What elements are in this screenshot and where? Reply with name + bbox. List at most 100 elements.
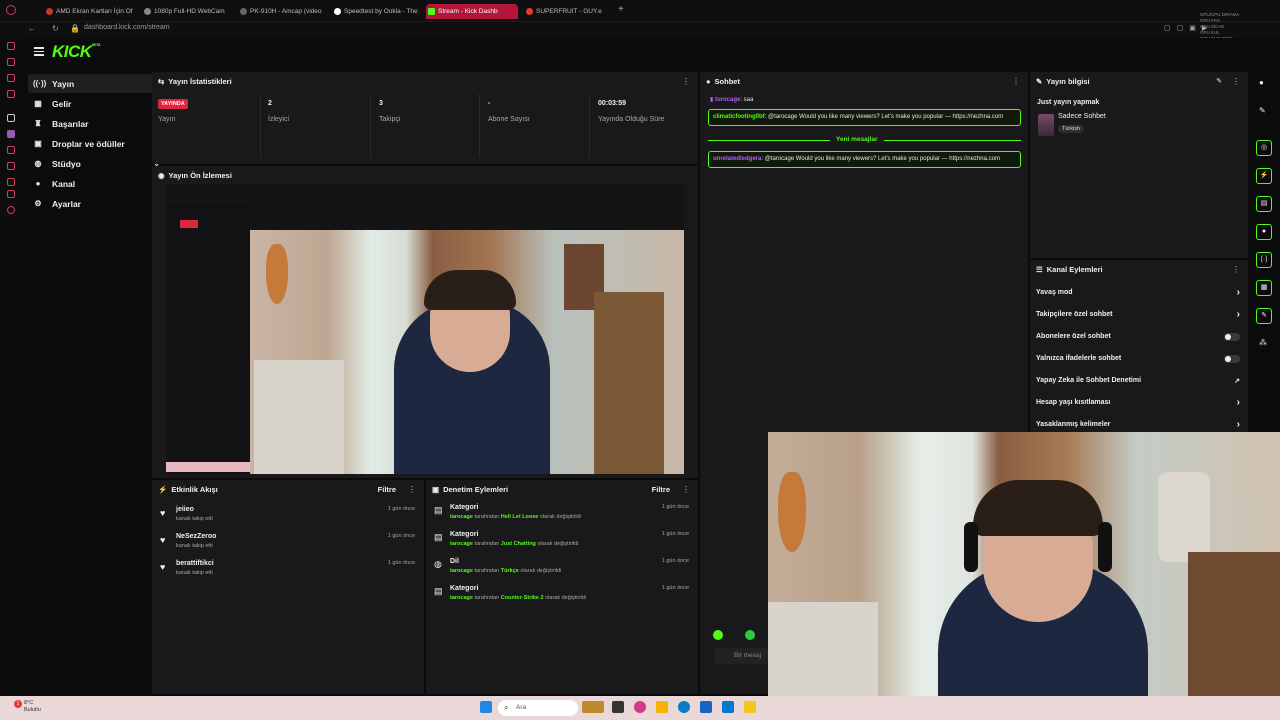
activity-user[interactable]: jeiieo <box>176 506 194 513</box>
panel-title: ☰ Kanal Eylemleri <box>1036 265 1103 274</box>
channel-action-ai-moderation[interactable]: Yapay Zeka ile Sohbet Denetimi ↗ <box>1036 373 1240 393</box>
more-options-icon[interactable]: ⋮ <box>682 485 690 494</box>
channel-action-followers-only[interactable]: Takipçilere özel sohbet › <box>1036 307 1240 327</box>
sidebar-item-yayin[interactable]: ((·)) Yayın <box>28 74 166 93</box>
sidebar-app-icon[interactable] <box>7 58 15 66</box>
task-view-icon[interactable] <box>612 701 624 713</box>
webcam-preview-window[interactable] <box>768 432 1280 720</box>
sidebar-app-icon[interactable] <box>7 42 15 50</box>
camera-tool-button[interactable]: ◎ <box>1256 140 1272 156</box>
more-options-icon[interactable]: ⋮ <box>1232 265 1240 274</box>
sidebar-item-studyo[interactable]: ◍Stüdyo⌄ <box>28 154 166 173</box>
sidebar-app-icon[interactable] <box>7 114 15 122</box>
windows-start-icon[interactable] <box>480 701 492 713</box>
broadcast-tool-button[interactable]: (·) <box>1256 252 1272 268</box>
category-thumbnail <box>1038 114 1054 136</box>
yandex-icon[interactable] <box>744 701 756 713</box>
sidebar-app-icon[interactable] <box>7 190 15 198</box>
sidebar-item-gelir[interactable]: ▦ Gelir <box>28 94 166 113</box>
browser-tab[interactable]: Speedtest by Ookla - The <box>332 4 422 19</box>
sidebar-item-basarilar[interactable]: ♜ Başarılar <box>28 114 166 133</box>
sidebar-item-kanal[interactable]: ●Kanal⌄ <box>28 174 166 193</box>
sidebar-item-label: Ayarlar <box>52 198 81 209</box>
channel-action-emotes-only: Yalnızca ifadelerle sohbet <box>1036 351 1240 371</box>
sidebar-app-icon[interactable] <box>7 206 15 214</box>
file-explorer-icon[interactable] <box>656 701 668 713</box>
clipboard-tool-button[interactable]: ▤ <box>1256 196 1272 212</box>
stat-viewers: 2 İzleyici <box>262 94 362 162</box>
browser-tab[interactable]: 1080p Full-HD WebCam <box>142 4 226 19</box>
edge-icon[interactable] <box>678 701 690 713</box>
sidebar-app-icon[interactable] <box>7 130 15 138</box>
site-info-icon[interactable]: 🔒 <box>70 24 80 33</box>
layers-tool-button[interactable]: ▦ <box>1256 280 1272 296</box>
sidebar-app-icon[interactable] <box>7 74 15 82</box>
browser-tab[interactable]: PK-910H - Amcap (video <box>238 4 324 19</box>
more-options-icon[interactable]: ⋮ <box>682 77 690 86</box>
detail-text: tarafından <box>474 595 500 601</box>
browser-tab[interactable]: SUPERFRUIT - GUY.e <box>524 4 612 19</box>
tab-label: PK-910H - Amcap (video <box>250 8 322 15</box>
chat-username[interactable]: turocage <box>715 97 740 103</box>
emotes-only-toggle[interactable] <box>1224 355 1240 363</box>
sidebar-app-icon[interactable] <box>7 162 15 170</box>
new-tab-button[interactable]: + <box>618 4 624 15</box>
stream-category[interactable]: Sadece Sohbet <box>1058 113 1106 120</box>
chevron-right-icon: › <box>1236 397 1240 408</box>
browser-tab-active[interactable]: Stream - Kick Dashb <box>426 4 518 19</box>
chat-tool-button[interactable]: ● <box>1256 224 1272 240</box>
kick-logo[interactable]: KICKBETA <box>52 42 101 62</box>
weather-widget[interactable]: 8°C Bulutlu <box>24 700 41 714</box>
settings-icon[interactable] <box>713 630 723 640</box>
wrench-tool-button[interactable]: ✎ <box>1256 308 1272 324</box>
chat-username[interactable]: unrelatedledgera <box>713 156 761 162</box>
chat-input[interactable]: Bir mesaj <box>714 648 774 664</box>
moderation-row: ▤ Kategori tarocage tarafından Counter-S… <box>434 585 689 611</box>
sidebar-app-icon[interactable] <box>7 146 15 154</box>
sidebar-item-droplar[interactable]: ▣ Droplar ve ödüller <box>28 134 166 153</box>
taskbar-widget-icon[interactable] <box>582 701 604 713</box>
emoji-icon[interactable] <box>745 630 755 640</box>
moderator-name[interactable]: tarocage <box>450 514 473 520</box>
pencil-icon[interactable]: ✎ <box>1259 106 1266 115</box>
browser-app-icon[interactable] <box>634 701 646 713</box>
filter-button[interactable]: Filtre <box>378 485 396 494</box>
info-icon[interactable]: ● <box>1259 78 1264 87</box>
menu-icon[interactable] <box>34 47 44 56</box>
activity-user[interactable]: berattiftikci <box>176 560 214 567</box>
calendar-icon: ▤ <box>434 505 443 515</box>
edit-icon[interactable]: ✎ <box>1216 77 1222 85</box>
bolt-tool-button[interactable]: ⚡ <box>1256 168 1272 184</box>
chat-badge-icon: ▮ <box>710 97 714 103</box>
channel-action-slow-mode[interactable]: Yavaş mod › <box>1036 285 1240 305</box>
chat-message-highlighted[interactable]: climaticfooting0bf: @tarocage Would you … <box>708 109 1021 126</box>
url-field[interactable]: dashboard.kick.com/stream <box>84 24 170 31</box>
outlook-icon[interactable] <box>722 701 734 713</box>
moderation-row-title: Kategori <box>450 585 479 592</box>
store-icon[interactable] <box>700 701 712 713</box>
moderator-name[interactable]: tarocage <box>450 595 473 601</box>
moderation-row-title: Dil <box>450 558 459 565</box>
sidebar-app-icon[interactable] <box>7 178 15 186</box>
sidebar-item-ayarlar[interactable]: ⚙Ayarlar⌄ <box>28 194 166 213</box>
channel-action-account-age[interactable]: Hesap yaşı kısıtlaması › <box>1036 395 1240 415</box>
filter-button[interactable]: Filtre <box>652 485 670 494</box>
back-icon[interactable]: ← <box>28 24 36 33</box>
browser-logo-icon[interactable] <box>6 5 16 15</box>
more-options-icon[interactable]: ⋮ <box>1012 77 1020 86</box>
reload-icon[interactable]: ↻ <box>52 24 59 33</box>
browser-tab[interactable]: AMD Ekran Kartları İçin Of <box>44 4 134 19</box>
moderator-name[interactable]: tarocage <box>450 568 473 574</box>
eye-icon: ◉ <box>158 171 165 180</box>
plugins-icon[interactable]: ⁂ <box>1259 338 1267 347</box>
more-options-icon[interactable]: ⋮ <box>1232 77 1240 86</box>
taskbar-search[interactable]: Ara <box>498 700 578 716</box>
chat-username[interactable]: climaticfooting0bf <box>713 114 765 120</box>
sidebar-app-icon[interactable] <box>7 90 15 98</box>
more-options-icon[interactable]: ⋮ <box>408 485 416 494</box>
chat-message-highlighted[interactable]: unrelatedledgera: @tarocage Would you li… <box>708 151 1021 168</box>
activity-user[interactable]: NeSezZeroo <box>176 533 216 540</box>
stream-preview-video[interactable] <box>166 184 684 474</box>
subscribers-only-toggle[interactable] <box>1224 333 1240 341</box>
moderator-name[interactable]: tarocage <box>450 541 473 547</box>
